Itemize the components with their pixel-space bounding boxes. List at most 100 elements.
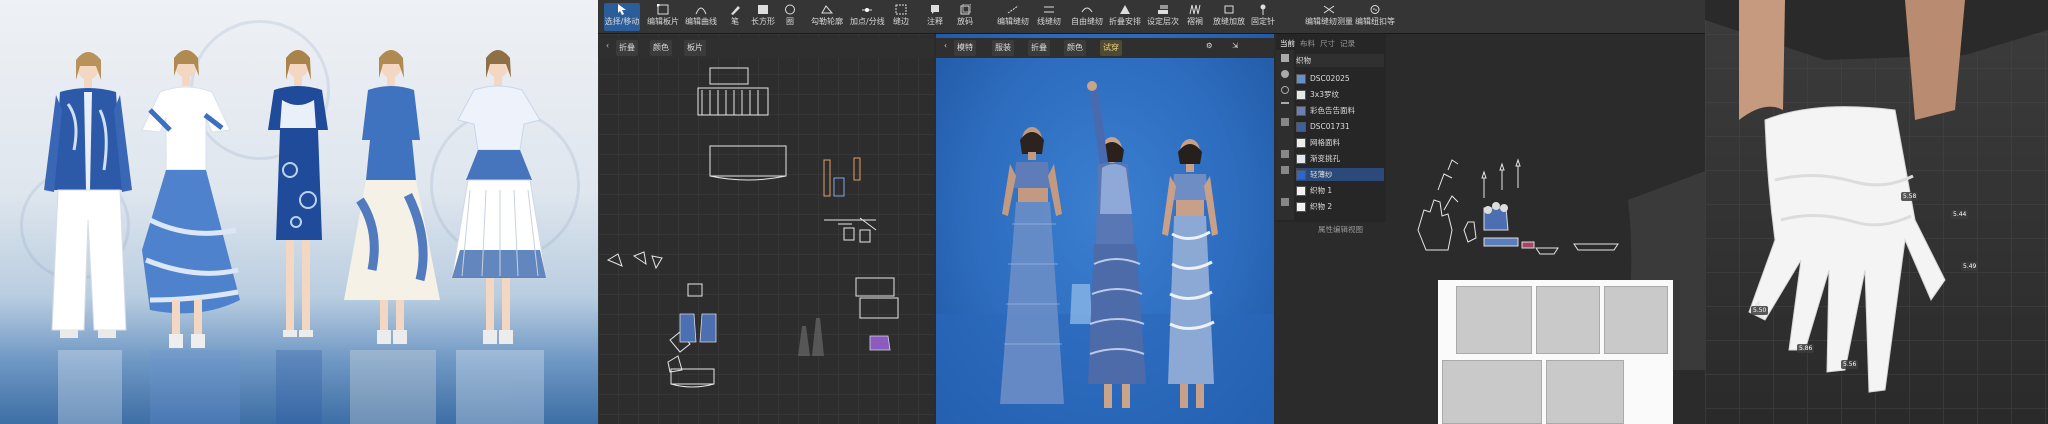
tool-trace[interactable]: 勾勒轮廓 (810, 3, 844, 31)
tab-size[interactable]: 尺寸 (1320, 38, 1335, 49)
fabric-item[interactable]: DSC02025 (1296, 72, 1384, 85)
garment-toggle[interactable]: 服装 (992, 40, 1014, 56)
fabric-list-header: 织物 (1296, 54, 1384, 67)
tool-free-sewing[interactable]: 自由缝纫 (1070, 3, 1104, 31)
sketch-thumbnail[interactable] (1546, 360, 1624, 424)
rectangle-icon (758, 5, 768, 14)
sketch-thumbnail[interactable] (1604, 286, 1668, 354)
back-arrow-icon[interactable]: ‹ (944, 41, 947, 50)
sketch-thumbnail[interactable] (1442, 360, 1542, 424)
fabric-item-selected[interactable]: 轻薄纱 (1296, 168, 1384, 181)
tool-line-sewing[interactable]: 线缝纫 (1034, 3, 1064, 31)
pattern-2d-view[interactable]: ‹ 折叠 颜色 板片 (598, 34, 934, 424)
move-icon[interactable] (1281, 70, 1289, 78)
tool-fold[interactable]: 折叠安排 (1108, 3, 1142, 31)
fabric-item[interactable]: 彩色告告面料 (1296, 104, 1384, 117)
line-icon[interactable] (1281, 102, 1289, 104)
copy-icon[interactable] (1281, 166, 1289, 174)
fashion-figures-illustration (44, 50, 547, 424)
glove-3d-view[interactable]: 5.58 5.44 5.50 5.86 5.56 5.49 (1705, 0, 2048, 424)
avatar-3 (1162, 139, 1218, 408)
fabric-item[interactable]: 网格面料 (1296, 136, 1384, 149)
fabric-item[interactable]: 织物 2 (1296, 200, 1384, 213)
tool-add-point[interactable]: 加点/分线 (850, 3, 885, 31)
figure-2-asymmetric-dress (141, 50, 240, 348)
fabric-swatch (1296, 106, 1306, 116)
camera-settings-icon[interactable]: ⚙ (1206, 41, 1213, 50)
object-browser-tabs: 当前 布料 尺寸 记录 (1276, 38, 1386, 50)
layers-icon[interactable] (1281, 118, 1289, 126)
avatar-3d-view[interactable]: ‹ 模特 服装 折叠 颜色 试穿 ⚙ ⇲ (936, 34, 1274, 424)
fold-icon (1120, 5, 1130, 14)
fabric-item[interactable]: 织物 1 (1296, 184, 1384, 197)
tool-edit-pattern[interactable]: 编辑板片 (646, 3, 680, 31)
figure-1-jacket-trousers (44, 52, 132, 338)
tool-seam[interactable]: 缝边 (890, 3, 912, 31)
free-sewing-icon (1081, 7, 1093, 13)
tool-edit-curve[interactable]: 编辑曲线 (684, 3, 718, 31)
tab-history[interactable]: 记录 (1340, 38, 1355, 49)
fabric-swatch (1296, 90, 1306, 100)
annotation-icon (931, 5, 939, 14)
tool-pin[interactable]: 固定针 (1250, 3, 1276, 31)
pattern-color-toggle[interactable]: 颜色 (650, 40, 672, 56)
sketch-thumbnail[interactable] (1456, 286, 1532, 354)
figure-4-long-gown (344, 50, 440, 344)
tool-button[interactable]: 编辑纽扣等 (1350, 3, 1400, 31)
object-browser-side-icons (1276, 50, 1294, 220)
layer-icon (1158, 5, 1168, 14)
grading-icon (960, 4, 971, 15)
fitting-toggle[interactable]: 试穿 (1100, 40, 1122, 56)
settings-icon[interactable] (1281, 86, 1289, 94)
tool-layer[interactable]: 设定层次 (1146, 3, 1180, 31)
grid-icon[interactable] (1281, 54, 1289, 62)
pin-icon (1260, 4, 1266, 15)
tool-edit-sewing[interactable]: 编辑缝纫 (996, 3, 1030, 31)
pattern-fold-toggle[interactable]: 折叠 (616, 40, 638, 56)
color-toggle[interactable]: 颜色 (1064, 40, 1086, 56)
tool-circle[interactable]: 圈 (782, 3, 798, 31)
fabric-item[interactable]: 3x3罗纹 (1296, 88, 1384, 101)
measurement-label: 5.86 (1797, 344, 1815, 353)
tool-pleat[interactable]: 褶裥 (1184, 3, 1206, 31)
stack-icon[interactable] (1281, 150, 1289, 158)
tool-rectangle[interactable]: 长方形 (750, 3, 776, 31)
edit-pattern-icon (657, 4, 669, 15)
tool-measure[interactable]: 编辑缝纫测量 (1304, 3, 1354, 31)
add-point-icon (862, 8, 872, 12)
figure-5-peplum-pleated-skirt (451, 50, 547, 344)
tool-pen[interactable]: 笔 (726, 3, 744, 31)
fabric-swatch (1296, 170, 1306, 180)
tab-fabric[interactable]: 布料 (1300, 38, 1315, 49)
measurement-label: 5.58 (1901, 192, 1919, 201)
line-sewing-icon (1044, 6, 1054, 13)
allowance-icon (1224, 5, 1234, 14)
tool-annotation[interactable]: 注释 (924, 3, 946, 31)
fabric-swatch (1296, 122, 1306, 132)
back-arrow-icon[interactable]: ‹ (606, 41, 609, 50)
fabric-swatch (1296, 138, 1306, 148)
circle-icon (785, 4, 795, 15)
avatar-2 (1087, 81, 1146, 408)
avatar-view-subbar: ‹ 模特 服装 折叠 颜色 试穿 ⚙ ⇲ (936, 38, 1274, 58)
fabric-swatch (1296, 74, 1306, 84)
paint-icon[interactable] (1281, 198, 1289, 206)
fabric-item[interactable]: DSC01731 (1296, 120, 1384, 133)
measurement-label: 5.49 (1961, 262, 1979, 271)
pattern-piece-toggle[interactable]: 板片 (684, 40, 706, 56)
fold-toggle[interactable]: 折叠 (1028, 40, 1050, 56)
tool-grading[interactable]: 放码 (954, 3, 976, 31)
avatar-toggle[interactable]: 模特 (954, 40, 976, 56)
tool-select-move[interactable]: 选择/移动 (604, 3, 640, 31)
sketch-thumbnail[interactable] (1536, 286, 1600, 354)
view-mode-icon[interactable]: ⇲ (1232, 41, 1238, 50)
tab-current[interactable]: 当前 (1280, 38, 1295, 49)
pattern-view-subbar: ‹ 折叠 颜色 板片 (598, 38, 934, 58)
measurement-label: 5.44 (1951, 210, 1969, 219)
tool-allowance[interactable]: 放缝加放 (1212, 3, 1246, 31)
measure-icon (1323, 5, 1335, 14)
avatars-in-garments (936, 81, 1274, 424)
edit-curve-icon (695, 7, 707, 15)
cursor-icon (618, 4, 626, 15)
fabric-item[interactable]: 渐变挑孔 (1296, 152, 1384, 165)
